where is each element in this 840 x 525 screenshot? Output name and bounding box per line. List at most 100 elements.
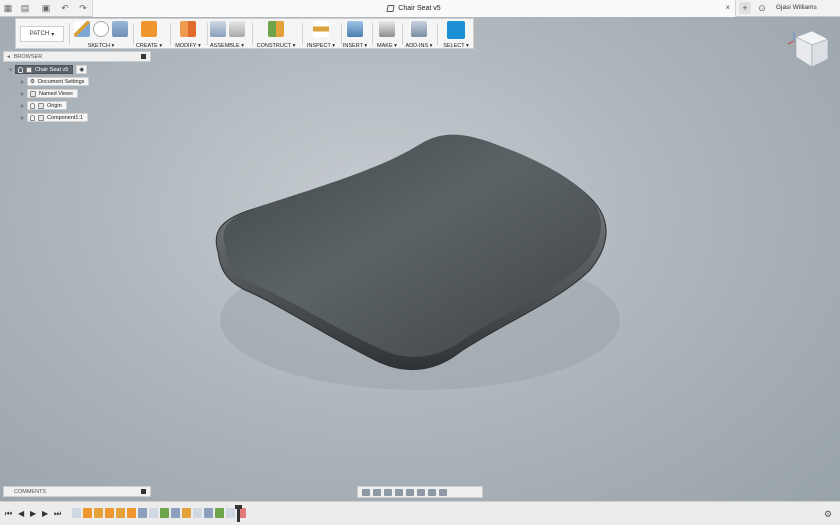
timeline-feature[interactable]: [215, 508, 224, 518]
browser-panel-header[interactable]: ◂ BROWSER: [3, 51, 151, 62]
timeline-feature[interactable]: [72, 508, 81, 518]
play-icon[interactable]: ▶: [30, 509, 36, 518]
browser-item-origin[interactable]: Origin: [21, 101, 67, 110]
timeline-marker[interactable]: [235, 505, 242, 522]
browser-item-document-settings[interactable]: ⚙ Document Settings: [21, 77, 90, 86]
select-group[interactable]: SELECT ▾: [440, 19, 472, 50]
save-icon[interactable]: ▣: [40, 2, 52, 14]
timeline-feature[interactable]: [105, 508, 114, 518]
make-group[interactable]: MAKE ▾: [375, 19, 399, 50]
pan-icon[interactable]: [384, 488, 392, 496]
timeline-feature[interactable]: [116, 508, 125, 518]
visibility-icon[interactable]: [30, 114, 35, 121]
timeline-feature[interactable]: [182, 508, 191, 518]
browser-item-named-views[interactable]: Named Views: [21, 89, 78, 98]
timeline-features: [72, 508, 246, 518]
fit-icon[interactable]: [406, 488, 414, 496]
inspect-label: INSPECT: [306, 43, 331, 49]
browser-item-label: Component1:1: [47, 114, 84, 121]
modify-group[interactable]: MODIFY ▾: [172, 19, 204, 50]
finish-sketch-icon[interactable]: [93, 21, 109, 37]
toolbar-divider: [252, 23, 253, 45]
toolbar-divider: [372, 23, 373, 45]
sketch-group[interactable]: SKETCH ▾: [71, 19, 131, 50]
viewcube-icon[interactable]: [786, 27, 830, 71]
create-icon[interactable]: [141, 21, 157, 37]
look-at-icon[interactable]: [373, 488, 381, 496]
scripts-icon[interactable]: [411, 21, 427, 37]
measure-icon[interactable]: [313, 21, 329, 37]
construct-icon[interactable]: [268, 21, 284, 37]
joint-icon[interactable]: [228, 21, 245, 37]
timeline-feature[interactable]: [149, 508, 158, 518]
close-tab-button[interactable]: ×: [725, 3, 730, 12]
timeline-feature[interactable]: [204, 508, 213, 518]
select-cursor-icon[interactable]: [447, 21, 465, 39]
browser-item-label: Document Settings: [37, 78, 85, 85]
zoom-icon[interactable]: [395, 488, 403, 496]
expand-icon[interactable]: [21, 103, 24, 108]
construct-label: CONSTRUCT: [256, 43, 292, 49]
last-step-icon[interactable]: ⏭: [54, 509, 61, 519]
timeline-feature[interactable]: [171, 508, 180, 518]
assemble-group[interactable]: ASSEMBLE ▾: [209, 19, 245, 50]
gear-icon[interactable]: ⚙: [824, 509, 832, 520]
orbit-icon[interactable]: [362, 488, 370, 496]
next-step-icon[interactable]: ▶: [42, 509, 48, 518]
grid-icon[interactable]: ▦: [2, 2, 14, 14]
inspect-group[interactable]: INSPECT ▾: [304, 19, 338, 50]
expand-icon[interactable]: [8, 68, 13, 71]
user-name[interactable]: Gjasi Williams: [776, 4, 817, 11]
file-icon[interactable]: ▤: [18, 2, 32, 14]
timeline-feature[interactable]: [83, 508, 92, 518]
expand-icon[interactable]: [21, 79, 24, 84]
visibility-icon[interactable]: [18, 66, 23, 73]
redo-icon[interactable]: ↷: [76, 2, 90, 14]
construct-group[interactable]: CONSTRUCT ▾: [254, 19, 298, 50]
project-icon[interactable]: [112, 21, 128, 37]
document-icon: [386, 5, 395, 12]
3d-print-icon[interactable]: [379, 21, 395, 37]
expand-icon[interactable]: [21, 115, 24, 120]
assemble-label: ASSEMBLE: [210, 43, 240, 49]
display-settings-icon[interactable]: [417, 488, 425, 496]
add-ins-group[interactable]: ADD-INS ▾: [405, 19, 433, 50]
previous-step-icon[interactable]: ◀: [18, 509, 24, 518]
create-sketch-icon[interactable]: [74, 21, 90, 37]
activate-icon[interactable]: ◉: [76, 65, 88, 74]
insert-label: INSERT: [342, 43, 363, 49]
grid-settings-icon[interactable]: [428, 488, 436, 496]
browser-root-node[interactable]: Chair Seat v5 ◉: [8, 65, 88, 74]
add-tab-button[interactable]: +: [739, 2, 751, 14]
notification-icon[interactable]: ⊙: [756, 2, 768, 14]
assemble-icon[interactable]: [209, 21, 226, 37]
toolbar-divider: [69, 23, 70, 45]
toolbar-divider: [437, 23, 438, 45]
add-ins-label: ADD-INS: [405, 43, 429, 49]
timeline-feature[interactable]: [226, 508, 235, 518]
browser-title: BROWSER: [13, 53, 43, 60]
timeline-feature[interactable]: [160, 508, 169, 518]
visibility-icon[interactable]: [30, 102, 35, 109]
insert-image-icon[interactable]: [347, 21, 363, 37]
workspace-label: PATCH: [29, 31, 50, 37]
modify-icon[interactable]: [180, 21, 196, 37]
insert-group[interactable]: INSERT ▾: [342, 19, 368, 50]
comments-panel[interactable]: COMMENTS: [3, 486, 151, 497]
chair-seat-model[interactable]: [0, 0, 840, 525]
undo-icon[interactable]: ↶: [58, 2, 72, 14]
timeline-feature[interactable]: [193, 508, 202, 518]
pin-icon[interactable]: [141, 54, 146, 59]
pin-icon[interactable]: [141, 489, 146, 494]
timeline-feature[interactable]: [127, 508, 136, 518]
timeline-feature[interactable]: [138, 508, 147, 518]
workspace-dropdown[interactable]: PATCH ▾: [20, 26, 64, 42]
viewports-icon[interactable]: [439, 488, 447, 496]
collapse-icon[interactable]: ◂: [7, 54, 10, 60]
browser-item-component[interactable]: Component1:1: [21, 113, 89, 122]
expand-icon[interactable]: [21, 91, 24, 96]
timeline-feature[interactable]: [94, 508, 103, 518]
create-group[interactable]: CREATE ▾: [134, 19, 164, 50]
document-tab[interactable]: Chair Seat v5 ×: [92, 0, 736, 17]
first-step-icon[interactable]: ⏮: [5, 509, 12, 519]
